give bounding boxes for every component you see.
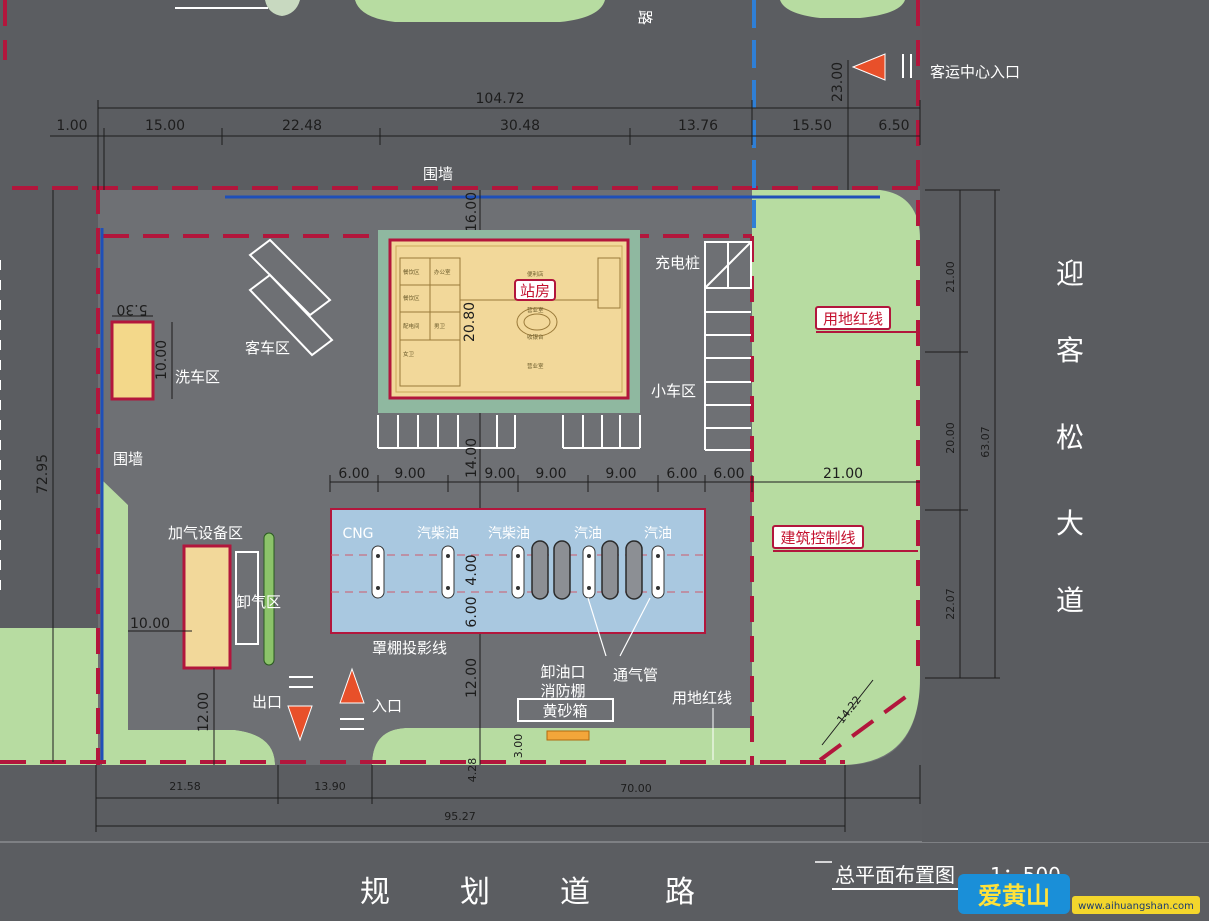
dim-5-30: 5.30 — [116, 301, 147, 317]
dim-row-1: 6.00 — [338, 466, 369, 482]
dim-row-3: 9.00 — [484, 466, 515, 482]
dim-top-2: 15.00 — [145, 118, 185, 134]
wall-label-left: 围墙 — [113, 450, 143, 468]
dim-right-3: 22.07 — [944, 588, 957, 620]
redline-tag: 用地红线 — [823, 310, 883, 328]
room-label-1: 餐饮区 — [403, 268, 420, 276]
room-label-3: 餐饮区 — [403, 294, 420, 302]
dim-row-4: 9.00 — [535, 466, 566, 482]
watermark-url: www.aihuangshan.com — [1078, 901, 1194, 912]
dim-4: 4.00 — [464, 554, 480, 585]
dim-14: 14.00 — [464, 438, 480, 478]
dim-23: 23.00 — [830, 62, 846, 102]
wall-label-top: 围墙 — [423, 165, 453, 183]
dim-6: 6.00 — [464, 596, 480, 627]
dim-top-5: 13.76 — [678, 118, 718, 134]
room-label-7: 配电间 — [403, 322, 420, 330]
road-char-3: 道 — [560, 875, 590, 910]
fire-shed-label: 消防棚 — [540, 682, 585, 700]
dim-right-4: 63.07 — [979, 426, 992, 458]
station-label: 站房 — [520, 282, 550, 300]
dim-top-7: 6.50 — [878, 118, 909, 134]
plan-title: 总平面布置图 — [835, 863, 955, 887]
small-car-label: 小车区 — [651, 382, 696, 400]
green-left-bottom — [0, 628, 98, 765]
room-label-10: 营业室 — [527, 362, 544, 370]
road-top-label: 路 — [636, 10, 654, 25]
dispenser-label-4: 汽油 — [574, 526, 602, 542]
sand-box-label: 黄砂箱 — [542, 702, 587, 720]
dim-10-left: 10.00 — [130, 616, 170, 632]
dim-right-1: 21.00 — [944, 261, 957, 293]
dim-row-7: 6.00 — [713, 466, 744, 482]
control-tag: 建筑控制线 — [780, 529, 855, 547]
bus-label: 客车区 — [245, 339, 290, 357]
dim-top-1: 1.00 — [56, 118, 87, 134]
road-char-1: 规 — [360, 875, 390, 910]
charging-label: 充电桩 — [655, 254, 700, 272]
redline-label: 用地红线 — [672, 689, 732, 707]
dim-right-2: 20.00 — [944, 422, 957, 454]
dim-bottom-4: 95.27 — [444, 810, 476, 823]
gas-area-label: 加气设备区 — [168, 524, 243, 542]
avenue-char-2: 客 — [1056, 334, 1084, 367]
dim-4-28: 4.28 — [466, 758, 479, 783]
dim-bottom-3: 70.00 — [620, 782, 652, 795]
dim-bottom-2: 13.90 — [314, 780, 346, 793]
dim-left-72: 72.95 — [35, 454, 51, 494]
canopy-label: 罩棚投影线 — [372, 639, 447, 657]
wash-area — [110, 320, 155, 401]
watermark-brand: 爱黄山 — [978, 882, 1050, 910]
dispenser-label-5: 汽油 — [644, 526, 672, 542]
vent-label: 通气管 — [613, 666, 658, 684]
station-building — [388, 238, 630, 400]
room-label-4: 便利店 — [527, 270, 544, 278]
avenue-char-1: 迎 — [1056, 257, 1084, 290]
entrance-label: 客运中心入口 — [930, 63, 1020, 81]
dim-20-80: 20.80 — [462, 302, 478, 342]
avenue-char-4: 大 — [1056, 507, 1084, 540]
road-char-2: 划 — [460, 875, 490, 910]
dim-row-2: 9.00 — [394, 466, 425, 482]
dim-row-6: 6.00 — [666, 466, 697, 482]
oil-unload-label: 卸油口 — [540, 663, 585, 681]
avenue-char-5: 道 — [1056, 584, 1084, 617]
dim-21-right: 21.00 — [823, 466, 863, 482]
dispenser-label-2: 汽柴油 — [417, 526, 459, 542]
site-plan: 104.72 1.00 15.00 22.48 30.48 13.76 15.5… — [0, 0, 1209, 921]
dim-top-3: 22.48 — [282, 118, 322, 134]
dim-3: 3.00 — [512, 734, 525, 759]
dim-bottom-1: 21.58 — [169, 780, 201, 793]
room-label-2: 办公室 — [434, 268, 451, 276]
room-label-5: 营业室 — [527, 306, 544, 314]
avenue-char-3: 松 — [1056, 421, 1084, 454]
dim-top-4: 30.48 — [500, 118, 540, 134]
dim-10-wash: 10.00 — [154, 340, 170, 380]
gas-equipment-area — [182, 544, 232, 670]
road-char-4: 路 — [665, 875, 695, 910]
dim-top-6: 15.50 — [792, 118, 832, 134]
room-label-6: 收银台 — [527, 333, 544, 341]
dispenser-label-3: 汽柴油 — [488, 526, 530, 542]
room-label-8: 男卫 — [434, 323, 446, 330]
dispenser-label-1: CNG — [342, 526, 373, 542]
dim-12-left: 12.00 — [196, 692, 212, 732]
wash-label: 洗车区 — [175, 368, 220, 386]
dim-12-mid: 12.00 — [464, 658, 480, 698]
oil-unload-port — [546, 730, 590, 741]
unload-label: 卸气区 — [236, 593, 281, 611]
entry-label: 入口 — [372, 697, 402, 715]
exit-label: 出口 — [252, 693, 282, 711]
dim-row-5: 9.00 — [605, 466, 636, 482]
dim-16: 16.00 — [464, 192, 480, 232]
dim-overall: 104.72 — [476, 91, 525, 107]
green-island-top — [355, 0, 605, 22]
room-label-9: 女卫 — [403, 350, 415, 358]
